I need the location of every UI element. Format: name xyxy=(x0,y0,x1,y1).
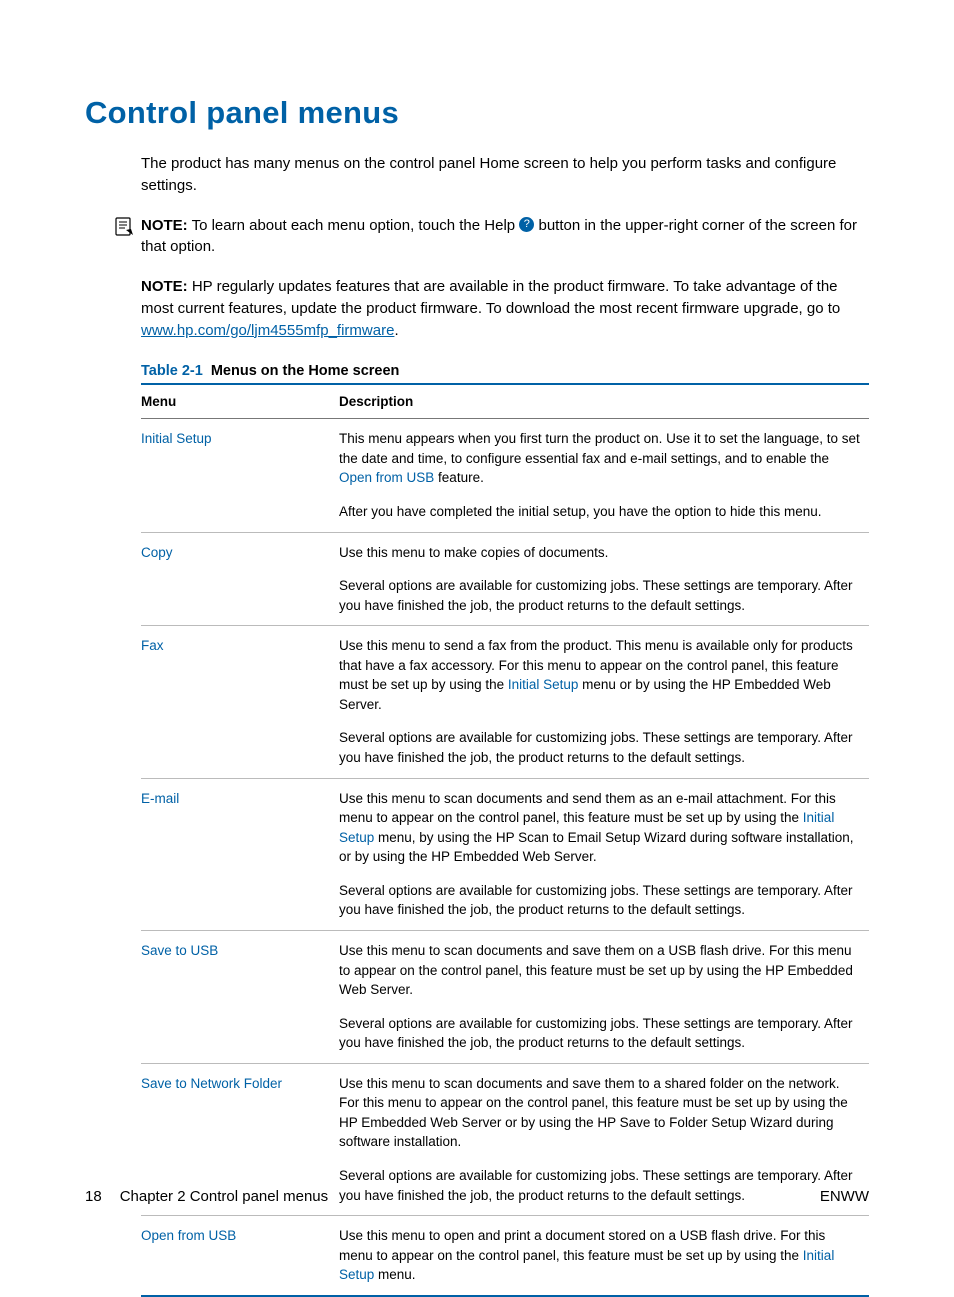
description-cell: Use this menu to open and print a docume… xyxy=(339,1216,869,1296)
description-cell: Use this menu to send a fax from the pro… xyxy=(339,626,869,778)
page-footer: 18 Chapter 2 Control panel menus ENWW xyxy=(85,1188,869,1205)
menu-cell: E-mail xyxy=(141,778,339,930)
table-body: Initial SetupThis menu appears when you … xyxy=(141,419,869,1296)
menu-cell: Copy xyxy=(141,532,339,626)
footer-right: ENWW xyxy=(820,1188,869,1205)
description-cell: Use this menu to scan documents and save… xyxy=(339,930,869,1063)
table-row: Initial SetupThis menu appears when you … xyxy=(141,419,869,532)
menu-cell: Fax xyxy=(141,626,339,778)
note-label: NOTE: xyxy=(141,217,188,234)
table-row: E-mailUse this menu to scan documents an… xyxy=(141,778,869,930)
table-row: Open from USBUse this menu to open and p… xyxy=(141,1216,869,1296)
note-1-before: To learn about each menu option, touch t… xyxy=(192,217,520,234)
note-icon xyxy=(115,217,135,237)
page-heading: Control panel menus xyxy=(85,95,869,131)
menu-cell: Save to USB xyxy=(141,930,339,1063)
table-row: FaxUse this menu to send a fax from the … xyxy=(141,626,869,778)
help-icon: ? xyxy=(519,217,534,232)
note-label: NOTE: xyxy=(141,278,188,295)
description-cell: Use this menu to make copies of document… xyxy=(339,532,869,626)
menu-cell: Open from USB xyxy=(141,1216,339,1296)
description-cell: This menu appears when you first turn th… xyxy=(339,419,869,532)
table-row: CopyUse this menu to make copies of docu… xyxy=(141,532,869,626)
menu-cell: Initial Setup xyxy=(141,419,339,532)
note-1: NOTE: To learn about each menu option, t… xyxy=(85,215,869,259)
table-caption-id: Table 2-1 xyxy=(141,363,203,379)
table-header-menu: Menu xyxy=(141,384,339,419)
note-2: NOTE: HP regularly updates features that… xyxy=(85,276,869,341)
page-number: 18 xyxy=(85,1188,102,1205)
firmware-link[interactable]: www.hp.com/go/ljm4555mfp_firmware xyxy=(141,322,394,339)
note-2-after: . xyxy=(394,322,398,339)
intro-paragraph: The product has many menus on the contro… xyxy=(141,153,869,197)
description-cell: Use this menu to scan documents and send… xyxy=(339,778,869,930)
table-row: Save to USBUse this menu to scan documen… xyxy=(141,930,869,1063)
table-caption: Table 2-1 Menus on the Home screen xyxy=(141,363,869,379)
menus-table: Menu Description Initial SetupThis menu … xyxy=(141,383,869,1297)
table-caption-title: Menus on the Home screen xyxy=(211,363,400,379)
chapter-label: Chapter 2 Control panel menus xyxy=(120,1188,328,1205)
table-header-description: Description xyxy=(339,384,869,419)
note-2-before: HP regularly updates features that are a… xyxy=(141,278,840,317)
